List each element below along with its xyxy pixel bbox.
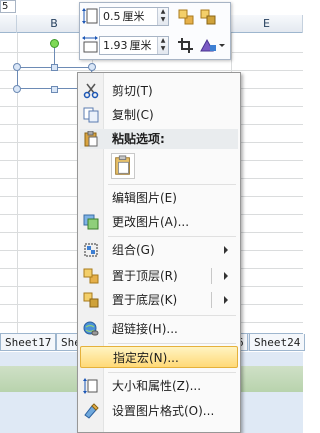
menu-separator [108,236,236,237]
resize-handle-bottom[interactable] [51,86,58,93]
menu-item-hyperlink[interactable]: 超链接(H)... [80,318,238,340]
format-picture-icon [84,403,99,419]
menu-separator [108,184,236,185]
split-separator [211,292,212,308]
bring-to-front-icon [83,268,99,284]
change-picture-icon [83,214,99,230]
menu-item-label: 编辑图片(E) [112,191,177,205]
menu-item-copy[interactable]: 复制(C) [80,104,238,126]
menu-item-label: 超链接(H)... [112,322,178,336]
menu-separator [108,315,236,316]
menu-item-label: 置于顶层(R) [112,269,178,283]
shape-width-icon [82,36,98,53]
menu-item-label: 复制(C) [112,108,154,122]
resize-handle-top-left[interactable] [13,63,21,71]
menu-item-send-to-back[interactable]: 置于底层(K) [80,289,238,311]
column-header-a[interactable] [0,15,17,33]
height-value: 0.5 [103,10,121,23]
menu-item-label: 置于底层(K) [112,293,178,307]
menu-item-label: 设置图片格式(O)... [112,404,215,418]
crop-icon[interactable] [176,36,196,55]
shape-height-input[interactable]: 0.5 厘米 ▲ ▼ [99,7,169,26]
resize-handle-top[interactable] [51,64,58,71]
spin-down[interactable]: ▼ [161,45,166,52]
menu-item-label: 剪切(T) [112,84,153,98]
width-unit: 厘米 [129,39,152,52]
column-header-e[interactable]: E [231,15,303,33]
spin-up[interactable]: ▲ [161,8,166,15]
send-to-back-icon [83,292,99,308]
copy-icon [83,107,99,123]
paste-clipboard-icon [115,155,130,175]
menu-item-label: 更改图片(A)... [112,215,190,229]
align-icon[interactable] [198,36,226,55]
spin-up[interactable]: ▲ [161,37,166,44]
rotation-handle[interactable] [50,39,59,48]
menu-item-assign-macro[interactable]: 指定宏(N)... [80,346,238,368]
width-spinner[interactable]: ▲ ▼ [157,37,168,54]
paste-icon [84,131,98,147]
menu-item-cut[interactable]: 剪切(T) [80,80,238,102]
height-spinner[interactable]: ▲ ▼ [157,8,168,25]
menu-item-label: 大小和属性(Z)... [112,379,202,393]
shape-height-icon [82,8,98,24]
group-icon [84,243,98,257]
height-row: 0.5 厘米 ▲ ▼ [80,3,230,29]
menu-item-bring-to-front[interactable]: 置于顶层(R) [80,265,238,287]
shape-width-input[interactable]: 1.93 厘米 ▲ ▼ [99,36,169,55]
height-unit: 厘米 [122,10,145,23]
menu-item-group[interactable]: 组合(G) [80,239,238,261]
split-separator [211,268,212,284]
paste-options-label: 粘贴选项: [112,132,165,146]
width-row: 1.93 厘米 ▲ ▼ [80,32,230,58]
spin-down[interactable]: ▼ [161,16,166,23]
resize-handle-bottom-left[interactable] [13,85,21,93]
paste-picture-button[interactable] [111,153,135,179]
menu-separator [108,372,236,373]
submenu-arrow-icon[interactable] [224,272,228,280]
menu-separator [108,343,236,344]
context-menu: 剪切(T) 复制(C) 粘贴选项: 编辑图片(E) 更改图片(A)... 组合(… [77,72,241,433]
width-value: 1.93 [103,39,128,52]
name-box[interactable]: 5 [0,0,16,13]
hyperlink-icon [83,321,99,336]
menu-item-change-picture[interactable]: 更改图片(A)... [80,211,238,233]
scissors-icon [83,83,99,99]
menu-item-edit-picture[interactable]: 编辑图片(E) [80,187,238,209]
send-to-back-icon[interactable] [198,7,218,26]
mini-toolbar: 0.5 厘米 ▲ ▼ 1.93 厘米 ▲ ▼ [79,2,231,60]
sheet-tab[interactable]: Sheet17 [0,334,57,351]
bring-to-front-icon[interactable] [176,7,196,26]
resize-handle-top-right[interactable] [88,63,96,71]
sheet-tab[interactable]: Sheet24 [249,334,306,351]
submenu-arrow-icon [224,246,228,254]
menu-item-size-properties[interactable]: 大小和属性(Z)... [80,375,238,397]
paste-options-header: 粘贴选项: [80,129,238,149]
size-properties-icon [83,378,98,394]
submenu-arrow-icon[interactable] [224,296,228,304]
menu-item-label: 指定宏(N)... [113,351,179,365]
menu-item-label: 组合(G) [112,243,155,257]
menu-item-format-picture[interactable]: 设置图片格式(O)... [80,400,238,422]
